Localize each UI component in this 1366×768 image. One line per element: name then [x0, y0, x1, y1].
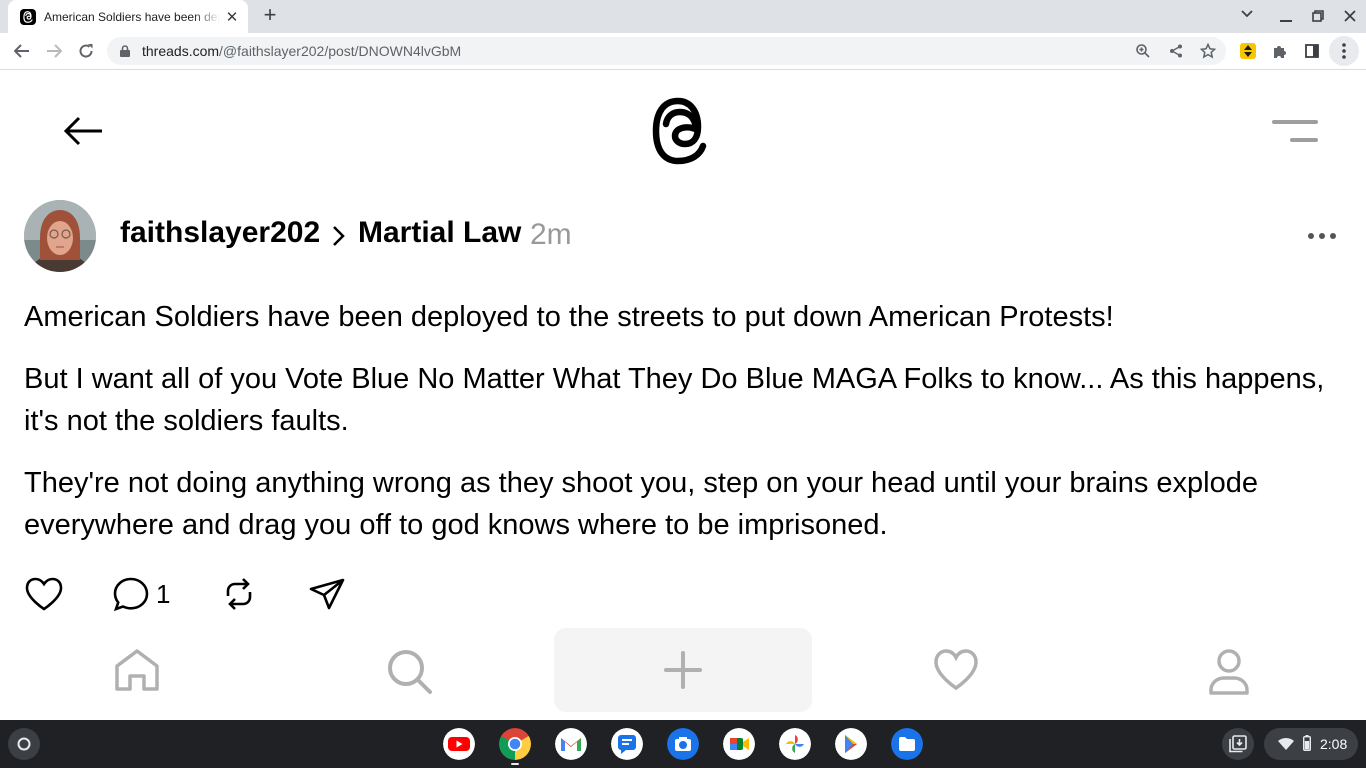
- lock-icon[interactable]: [120, 45, 130, 57]
- reply-count: 1: [156, 579, 171, 609]
- play-store-icon[interactable]: [835, 728, 867, 760]
- browser-toolbar: threads.com/@faithslayer202/post/DNOWN4l…: [0, 33, 1366, 70]
- zoom-icon[interactable]: [1136, 44, 1150, 58]
- home-icon[interactable]: [113, 648, 161, 692]
- profile-icon[interactable]: [1205, 648, 1253, 696]
- address-bar[interactable]: threads.com/@faithslayer202/post/DNOWN4l…: [107, 37, 1226, 65]
- files-icon[interactable]: [891, 728, 923, 760]
- browser-tab[interactable]: American Soldiers have been deployed ✕: [8, 0, 248, 33]
- youtube-icon[interactable]: [443, 728, 475, 760]
- post-paragraph-1: American Soldiers have been deployed to …: [24, 301, 1114, 333]
- holding-space-button[interactable]: [1222, 728, 1254, 760]
- activity-heart-icon[interactable]: [932, 648, 980, 692]
- photos-icon[interactable]: [779, 728, 811, 760]
- minimize-icon[interactable]: [1280, 20, 1292, 22]
- reply-icon[interactable]: [112, 576, 150, 612]
- launcher-icon: [17, 737, 31, 751]
- plus-icon: [664, 651, 702, 689]
- post-paragraph-2: But I want all of you Vote Blue No Matte…: [24, 363, 1325, 437]
- tab-search-icon[interactable]: [1241, 10, 1253, 18]
- more-options-icon[interactable]: [1306, 231, 1338, 241]
- messages-icon[interactable]: [611, 728, 643, 760]
- post-paragraph-3: They're not doing anything wrong as they…: [24, 467, 1258, 541]
- gmail-icon[interactable]: [555, 728, 587, 760]
- avatar[interactable]: [24, 200, 96, 272]
- share-icon[interactable]: [308, 576, 346, 612]
- repost-icon[interactable]: [220, 576, 258, 612]
- chevron-right-icon: [333, 226, 345, 246]
- active-app-indicator: [511, 763, 519, 765]
- like-icon[interactable]: [24, 576, 64, 612]
- puzzle-extensions-icon[interactable]: [1269, 40, 1291, 62]
- clock: 2:08: [1320, 736, 1348, 752]
- meet-icon[interactable]: [723, 728, 755, 760]
- extension-icon[interactable]: [1237, 40, 1259, 62]
- battery-icon: [1303, 735, 1311, 751]
- tab-close-icon[interactable]: ✕: [224, 8, 240, 26]
- author-name[interactable]: faithslayer202: [120, 216, 320, 250]
- reload-button[interactable]: [75, 40, 97, 62]
- forward-button[interactable]: [43, 40, 65, 62]
- wifi-icon: [1278, 737, 1294, 750]
- status-tray[interactable]: 2:08: [1264, 728, 1358, 760]
- restore-icon[interactable]: [1312, 10, 1324, 22]
- bookmark-star-icon[interactable]: [1200, 43, 1216, 59]
- search-icon[interactable]: [386, 648, 434, 694]
- threads-page: faithslayer202 Martial Law 2m American S…: [0, 71, 1366, 720]
- chrome-menu-icon[interactable]: [1329, 36, 1359, 66]
- share-icon[interactable]: [1169, 44, 1183, 58]
- threads-favicon-icon: [20, 8, 36, 25]
- topic-tag[interactable]: Martial Law: [358, 216, 521, 250]
- tab-strip: American Soldiers have been deployed ✕ +: [0, 0, 1366, 33]
- chrome-icon[interactable]: [499, 728, 531, 760]
- post-timestamp: 2m: [530, 218, 572, 251]
- bottom-nav: [0, 628, 1366, 720]
- threads-logo-icon[interactable]: [652, 97, 714, 165]
- url-path: /@faithslayer202/post/DNOWN4lvGbM: [219, 43, 462, 59]
- side-panel-icon[interactable]: [1301, 40, 1323, 62]
- close-window-icon[interactable]: [1344, 10, 1356, 22]
- new-tab-button[interactable]: +: [258, 4, 282, 28]
- back-button[interactable]: [11, 40, 33, 62]
- os-shelf: 2:08: [0, 720, 1366, 768]
- launcher-button[interactable]: [8, 728, 40, 760]
- back-arrow-icon[interactable]: [62, 114, 106, 148]
- menu-icon[interactable]: [1272, 119, 1318, 143]
- camera-icon[interactable]: [667, 728, 699, 760]
- tab-title: American Soldiers have been deployed: [44, 9, 220, 24]
- holding-space-icon: [1229, 735, 1247, 753]
- new-thread-button[interactable]: [554, 628, 812, 712]
- url-host: threads.com: [142, 43, 220, 59]
